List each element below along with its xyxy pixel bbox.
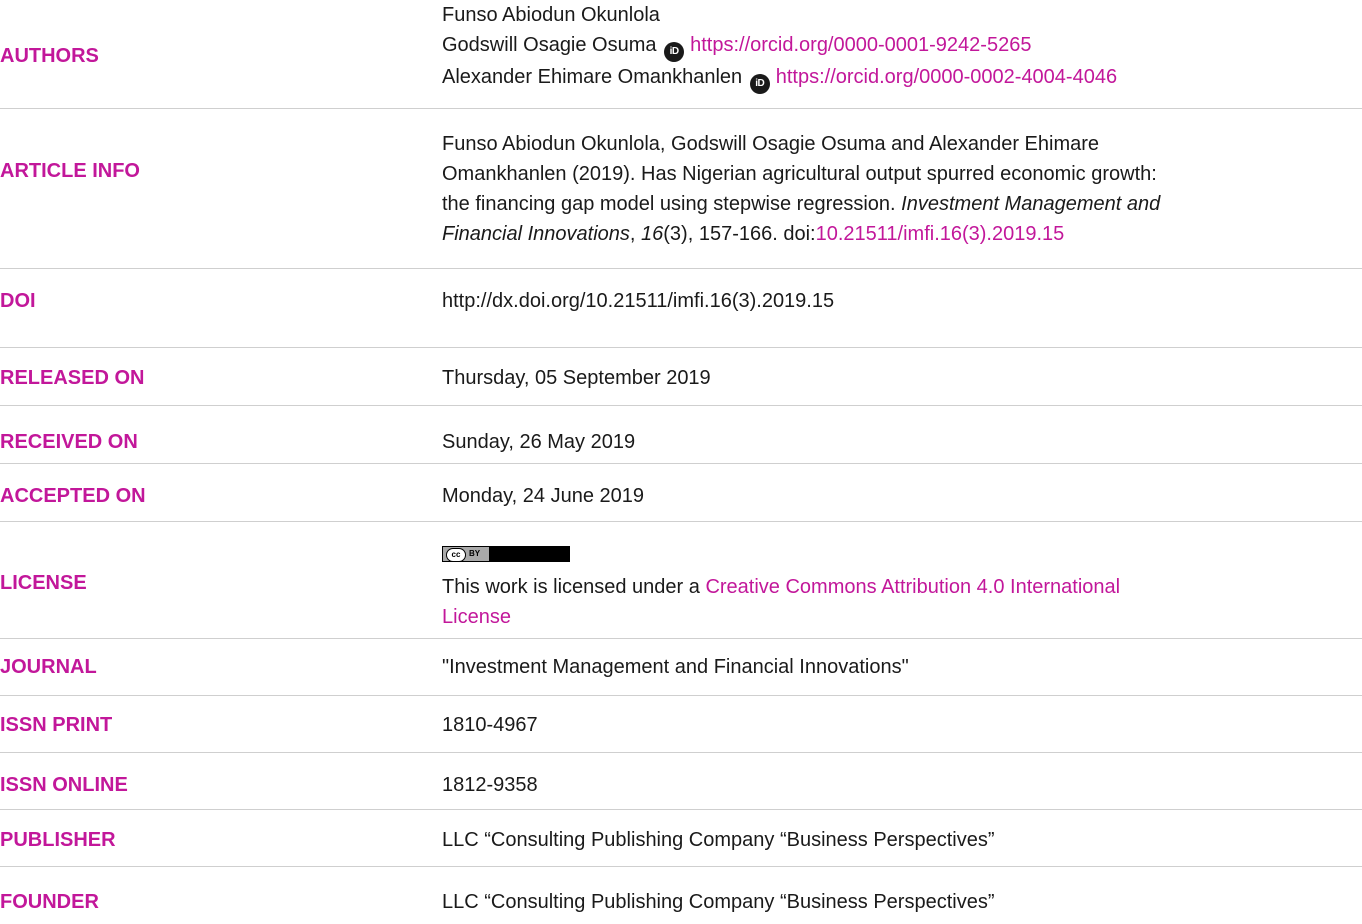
license-text: License [442,602,1358,632]
row-publisher: PUBLISHER LLC “Consulting Publishing Com… [0,810,1362,867]
founder-value: LLC “Consulting Publishing Company “Busi… [442,891,995,913]
author-name: Godswill Osagie Osuma [442,34,657,56]
citation-journal: Investment Management and [901,193,1161,215]
row-received-on: RECEIVED ON Sunday, 26 May 2019 [0,406,1362,464]
author-name: Funso Abiodun Okunlola [442,4,660,26]
license-label: LICENSE [0,572,87,594]
row-journal: JOURNAL "Investment Management and Finan… [0,639,1362,696]
citation-line: Omankhanlen (2019). Has Nigerian agricul… [442,163,1157,185]
citation-text: Funso Abiodun Okunlola, Godswill Osagie … [442,129,1358,249]
issn-print-label: ISSN PRINT [0,714,113,736]
row-founder: FOUNDER LLC “Consulting Publishing Compa… [0,867,1362,924]
row-issn-print: ISSN PRINT 1810-4967 [0,696,1362,753]
author-name: Alexander Ehimare Omankhanlen [442,66,743,88]
license-text: This work is licensed under a Creative C… [442,576,1121,598]
doi-label: DOI [0,290,36,312]
license-link[interactable]: License [442,606,511,628]
row-released-on: RELEASED ON Thursday, 05 September 2019 [0,348,1362,406]
citation-line: the financing gap model using stepwise r… [442,193,1161,215]
citation-doi-link[interactable]: 10.21511/imfi.16(3).2019.15 [816,223,1065,245]
accepted-on-label: ACCEPTED ON [0,485,146,507]
orcid-link[interactable]: https://orcid.org/0000-0001-9242-5265 [690,34,1031,56]
cc-by-license-badge[interactable]: cc BY [442,545,570,562]
citation-line: Funso Abiodun Okunlola, Godswill Osagie … [442,133,1100,155]
license-value: cc BY This work is licensed under a Crea… [442,538,1358,632]
orcid-id-icon: iD [664,42,685,62]
issn-online-value: 1812-9358 [442,774,538,796]
row-accepted-on: ACCEPTED ON Monday, 24 June 2019 [0,464,1362,522]
received-on-label: RECEIVED ON [0,431,138,453]
publisher-label: PUBLISHER [0,829,116,851]
authors-value: Funso Abiodun Okunlola Godswill Osagie O… [442,0,1358,94]
orcid-link[interactable]: https://orcid.org/0000-0002-4004-4046 [776,66,1117,88]
accepted-on-value: Monday, 24 June 2019 [442,485,645,507]
journal-label: JOURNAL [0,656,97,678]
citation-journal: Financial Innovations [442,223,630,245]
cc-icon: cc [446,547,466,562]
author-entry: Godswill Osagie Osuma iD https://orcid.or… [442,30,1358,62]
citation-line: Financial Innovations, 16(3), 157-166. d… [442,223,1065,245]
row-authors: AUTHORS Funso Abiodun Okunlola Godswill … [0,0,1362,109]
by-icon: BY [469,548,481,558]
journal-value: "Investment Management and Financial Inn… [442,656,909,678]
row-issn-online: ISSN ONLINE 1812-9358 [0,753,1362,810]
article-info-label: ARTICLE INFO [0,160,140,182]
released-on-value: Thursday, 05 September 2019 [442,367,711,389]
authors-label: AUTHORS [0,45,99,67]
row-doi: DOI http://dx.doi.org/10.21511/imfi.16(3… [0,269,1362,348]
founder-label: FOUNDER [0,891,99,913]
released-on-label: RELEASED ON [0,367,145,389]
issn-online-label: ISSN ONLINE [0,774,128,796]
citation-volume: 16 [641,223,664,245]
doi-value: http://dx.doi.org/10.21511/imfi.16(3).20… [442,290,835,312]
license-link[interactable]: Creative Commons Attribution 4.0 Interna… [705,576,1120,598]
publisher-value: LLC “Consulting Publishing Company “Busi… [442,829,995,851]
orcid-id-icon: iD [749,74,770,94]
row-article-info: ARTICLE INFO Funso Abiodun Okunlola, God… [0,109,1362,269]
author-entry: Alexander Ehimare Omankhanlen iD https://… [442,62,1358,94]
received-on-value: Sunday, 26 May 2019 [442,431,636,453]
issn-print-value: 1810-4967 [442,714,538,736]
row-license: LICENSE cc BY This work is licensed unde… [0,522,1362,639]
